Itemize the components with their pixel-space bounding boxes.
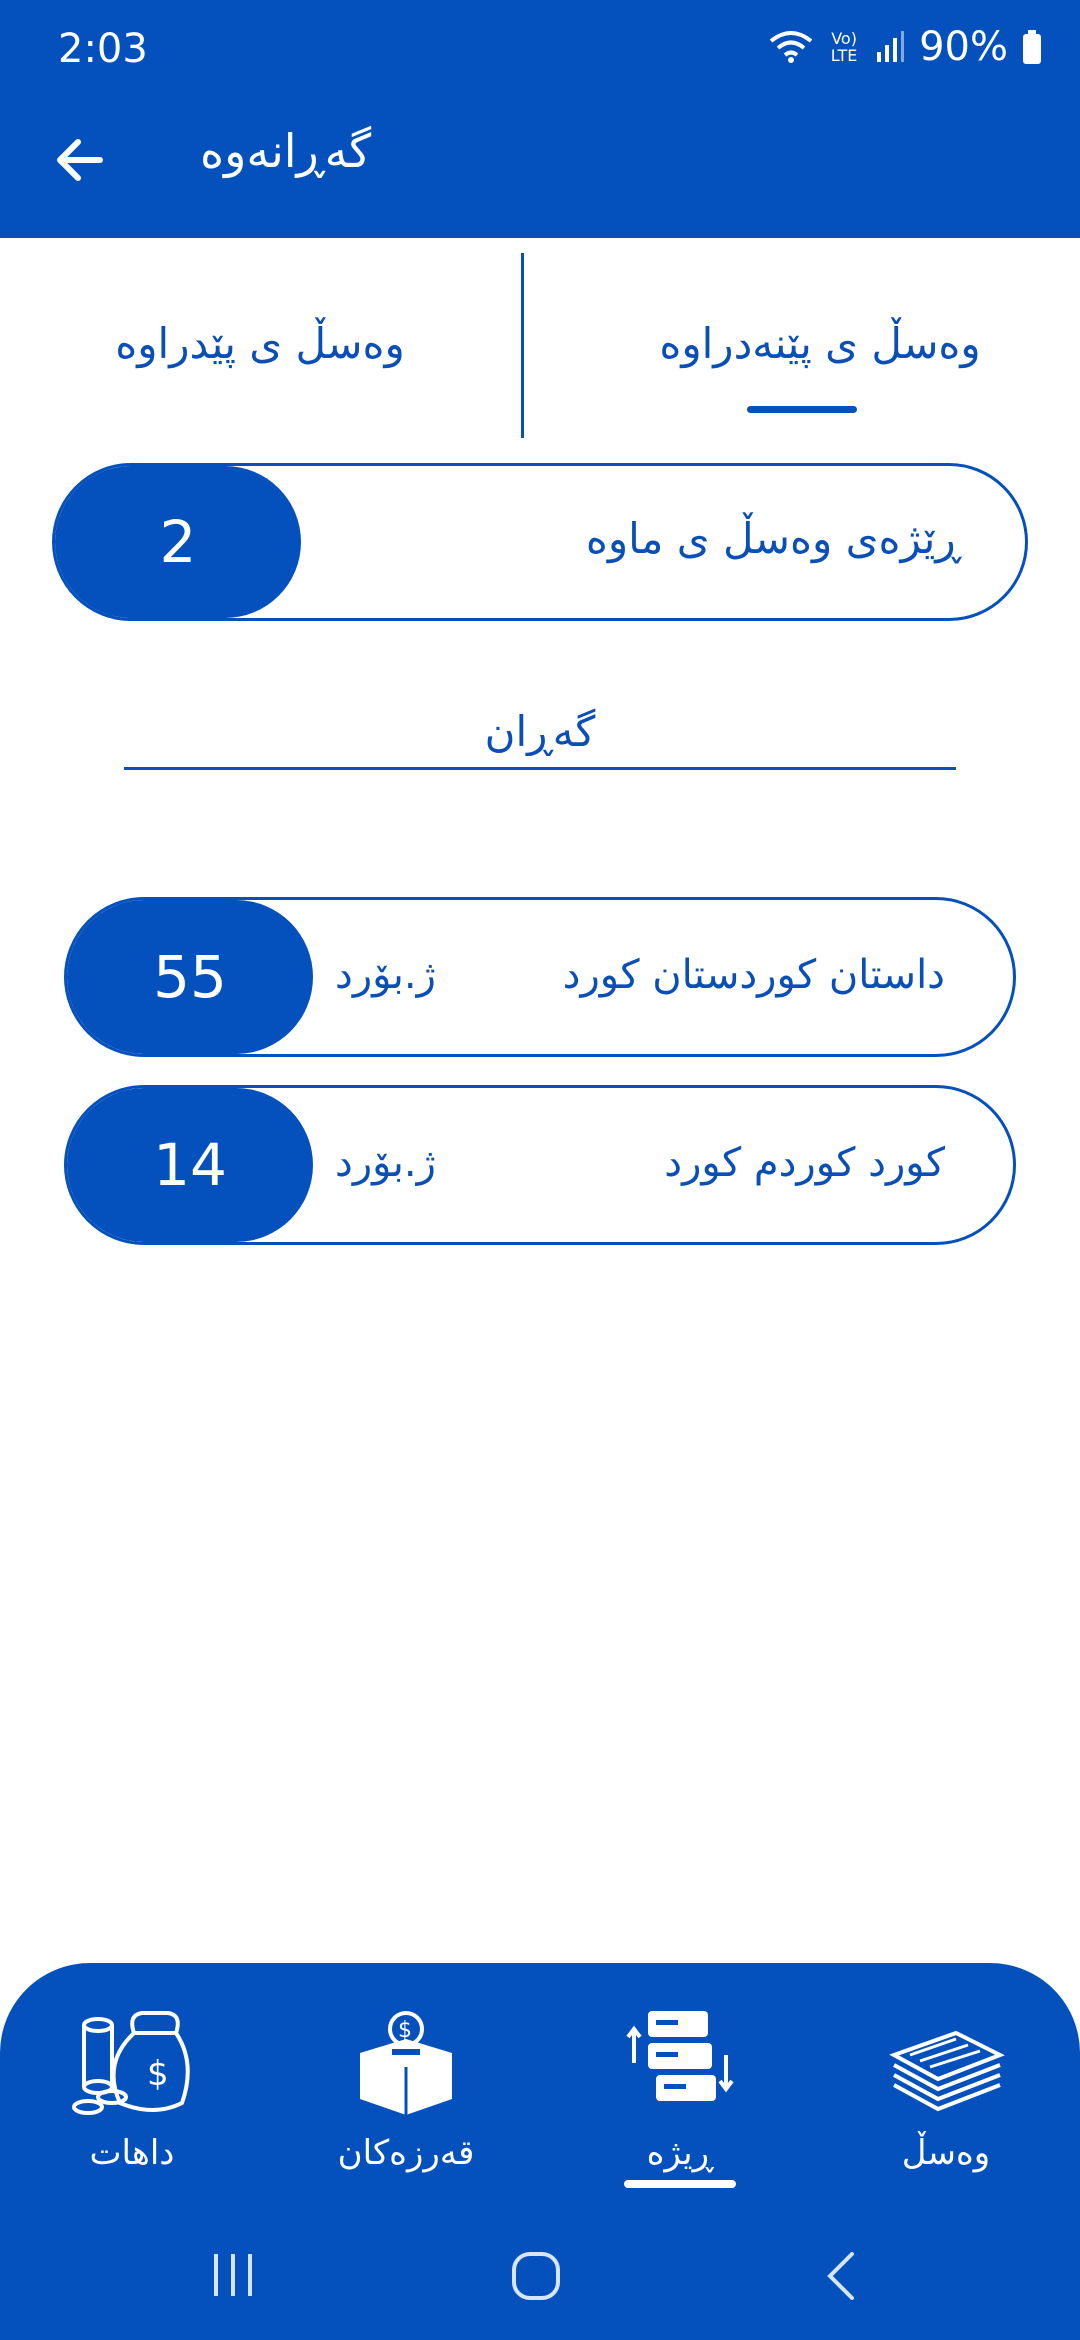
status-icons: Vo) LTE 90%	[769, 24, 1042, 70]
item-unit-label: ژ.بۆرد	[335, 952, 436, 998]
back-arrow-icon[interactable]	[50, 130, 110, 190]
signal-icon	[877, 31, 905, 62]
receipt-list: 55 ژ.بۆرد داستان کوردستان کورد 14 ژ.بۆرد…	[64, 897, 1016, 1273]
home-icon[interactable]	[510, 2250, 562, 2302]
battery-percent: 90%	[919, 24, 1008, 70]
remaining-receipts-label: ڕێژەی وەسڵ ی ماوە	[585, 514, 961, 563]
money-bag-icon: $	[72, 2011, 190, 2115]
list-item[interactable]: 14 ژ.بۆرد کورد کوردم کورد	[64, 1085, 1016, 1245]
nav-label-income: داهات	[89, 2133, 175, 2173]
app-bar: گەڕانەوە	[0, 100, 1080, 238]
nav-item-debts[interactable]: $ قەرزەکان	[316, 2003, 496, 2193]
status-time: 2:03	[58, 26, 148, 72]
battery-icon	[1023, 30, 1041, 64]
search-input[interactable]	[124, 696, 956, 767]
donation-box-icon: $	[360, 2011, 452, 2115]
paper-stack-icon	[889, 2030, 1005, 2112]
remaining-receipts-card: 2 ڕێژەی وەسڵ ی ماوە	[52, 463, 1028, 621]
list-item[interactable]: 55 ژ.بۆرد داستان کوردستان کورد	[64, 897, 1016, 1057]
nav-item-receipts[interactable]: وەسڵ	[856, 2003, 1036, 2193]
nav-label-rate: ڕیژە	[646, 2133, 714, 2173]
item-name: کورد کوردم کورد	[664, 1140, 945, 1186]
system-navigation-bar	[0, 2220, 1080, 2330]
svg-text:$: $	[147, 2054, 169, 2094]
tab-paid-receipts[interactable]: وەسڵ ی پێدراوە	[0, 238, 520, 448]
item-count-badge: 14	[67, 1088, 313, 1242]
server-transfer-icon	[626, 2011, 734, 2101]
svg-text:$: $	[398, 2018, 412, 2043]
page-title: گەڕانەوە	[200, 124, 372, 178]
recent-apps-icon[interactable]	[208, 2250, 258, 2300]
remaining-count-badge: 2	[55, 466, 301, 618]
nav-label-debts: قەرزەکان	[337, 2133, 475, 2173]
item-name: داستان کوردستان کورد	[562, 952, 945, 998]
tab-divider	[521, 253, 524, 438]
nav-item-income[interactable]: $ داهات	[42, 2003, 222, 2193]
network-type-icon: Vo) LTE	[830, 29, 858, 65]
wifi-icon	[769, 31, 813, 63]
nav-item-rate[interactable]: ڕیژە	[590, 2003, 770, 2193]
nav-active-indicator	[624, 2180, 736, 2188]
tab-unpaid-receipts[interactable]: وەسڵ ی پێنەدراوە	[560, 238, 1080, 448]
active-tab-indicator	[747, 406, 857, 413]
item-count-badge: 55	[67, 900, 313, 1054]
search-field	[124, 696, 956, 770]
tab-bar: وەسڵ ی پێنەدراوە وەسڵ ی پێدراوە	[0, 238, 1080, 448]
nav-label-receipts: وەسڵ	[901, 2133, 991, 2173]
back-icon[interactable]	[822, 2250, 862, 2302]
status-bar: 2:03 Vo) LTE 90%	[0, 0, 1080, 100]
item-unit-label: ژ.بۆرد	[335, 1140, 436, 1186]
